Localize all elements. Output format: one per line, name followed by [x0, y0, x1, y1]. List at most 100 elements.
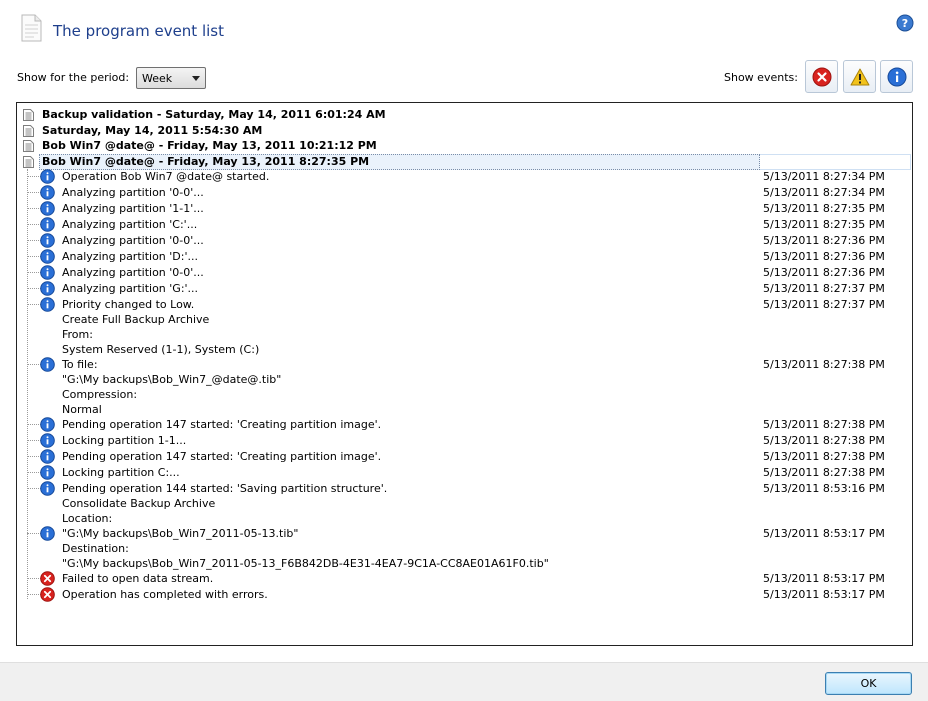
event-row[interactable]: 5/13/2011 8:27:37 PM Analyzing partition …	[17, 281, 912, 296]
info-icon	[40, 281, 55, 296]
info-icon	[40, 169, 55, 184]
log-document-icon	[23, 124, 34, 137]
event-time: 5/13/2011 8:27:34 PM	[763, 170, 885, 183]
tree-branch	[27, 256, 41, 257]
tree-branch	[27, 192, 41, 193]
event-row[interactable]: 5/13/2011 8:27:36 PM Analyzing partition …	[17, 233, 912, 248]
info-icon	[40, 465, 55, 480]
event-message: Compression:	[62, 388, 138, 401]
error-icon	[40, 571, 55, 586]
event-row[interactable]: 5/13/2011 8:27:38 PM Locking partition C:…	[17, 465, 912, 480]
show-errors-button[interactable]	[805, 60, 838, 93]
event-row[interactable]: 5/13/2011 8:27:35 PM Analyzing partition …	[17, 201, 912, 216]
session-row[interactable]: Bob Win7 @date@ - Friday, May 13, 2011 8…	[17, 153, 912, 170]
event-row-continuation[interactable]: Location:	[17, 511, 912, 526]
event-time: 5/13/2011 8:27:38 PM	[763, 434, 885, 447]
info-icon	[40, 265, 55, 280]
event-row-continuation[interactable]: Create Full Backup Archive	[17, 312, 912, 327]
event-row-continuation[interactable]: From:	[17, 327, 912, 342]
tree-branch	[27, 364, 41, 365]
event-row[interactable]: 5/13/2011 8:27:38 PM Pending operation 14…	[17, 449, 912, 464]
event-list[interactable]: Backup validation - Saturday, May 14, 20…	[16, 102, 913, 646]
session-label: Backup validation - Saturday, May 14, 20…	[42, 108, 386, 121]
event-message: Normal	[62, 403, 102, 416]
period-label: Show for the period:	[17, 71, 130, 84]
help-icon[interactable]: ?	[896, 14, 914, 32]
dialog-title: The program event list	[53, 22, 224, 40]
info-icon	[40, 233, 55, 248]
event-row[interactable]: 5/13/2011 8:27:36 PM Analyzing partition …	[17, 265, 912, 280]
log-document-icon	[23, 140, 34, 152]
event-time: 5/13/2011 8:27:38 PM	[763, 418, 885, 431]
event-row[interactable]: 5/13/2011 8:27:36 PM Analyzing partition …	[17, 249, 912, 264]
dialog-header: The program event list ?	[0, 0, 928, 62]
event-message: Locking partition C:...	[62, 466, 180, 479]
tree-branch	[27, 272, 41, 273]
event-time: 5/13/2011 8:27:37 PM	[763, 298, 885, 311]
event-row[interactable]: 5/13/2011 8:53:17 PM Failed to open data …	[17, 571, 912, 586]
event-row-continuation[interactable]: Compression:	[17, 387, 912, 402]
session-label: Saturday, May 14, 2011 5:54:30 AM	[42, 123, 263, 137]
event-message: Analyzing partition '0-0'...	[62, 234, 204, 247]
event-row-continuation[interactable]: System Reserved (1-1), System (C:)	[17, 342, 912, 357]
event-row[interactable]: 5/13/2011 8:27:38 PM Locking partition 1-…	[17, 433, 912, 448]
event-row[interactable]: 5/13/2011 8:27:34 PM Analyzing partition …	[17, 185, 912, 200]
selection-highlight-time	[760, 153, 911, 170]
event-message: System Reserved (1-1), System (C:)	[62, 343, 260, 356]
event-row[interactable]: 5/13/2011 8:53:16 PM Pending operation 14…	[17, 481, 912, 496]
log-document-icon	[23, 109, 34, 121]
event-row-continuation[interactable]: Normal	[17, 402, 912, 417]
event-row[interactable]: 5/13/2011 8:27:34 PM Operation Bob Win7 @…	[17, 169, 912, 184]
info-icon	[40, 449, 55, 464]
event-message: Operation Bob Win7 @date@ started.	[62, 170, 270, 183]
event-time: 5/13/2011 8:53:17 PM	[763, 572, 885, 585]
event-time: 5/13/2011 8:27:36 PM	[763, 266, 885, 279]
session-label: Bob Win7 @date@ - Friday, May 13, 2011 1…	[42, 139, 377, 152]
event-row[interactable]: 5/13/2011 8:53:17 PM Operation has comple…	[17, 587, 912, 602]
tree-branch	[27, 533, 41, 534]
svg-text:?: ?	[902, 17, 908, 30]
tree-branch	[27, 456, 41, 457]
session-row[interactable]: Backup validation - Saturday, May 14, 20…	[17, 107, 912, 123]
event-row[interactable]: 5/13/2011 8:53:17 PM "G:\My backups\Bob_W…	[17, 526, 912, 541]
session-label: Bob Win7 @date@ - Friday, May 13, 2011 8…	[42, 154, 370, 168]
event-time: 5/13/2011 8:27:35 PM	[763, 218, 885, 231]
period-select[interactable]: Week	[136, 67, 206, 89]
event-message: Analyzing partition '1-1'...	[62, 202, 204, 215]
info-icon	[887, 67, 907, 87]
event-message: To file:	[62, 358, 98, 371]
event-row-continuation[interactable]: "G:\My backups\Bob_Win7_@date@.tib"	[17, 372, 912, 387]
error-icon	[812, 67, 832, 87]
tree-branch	[27, 578, 41, 579]
session-row[interactable]: Saturday, May 14, 2011 5:54:30 AM	[17, 123, 912, 139]
show-info-button[interactable]	[880, 60, 913, 93]
tree-branch	[27, 304, 41, 305]
tree-branch	[27, 176, 41, 177]
event-row-continuation[interactable]: Destination:	[17, 541, 912, 556]
event-row-continuation[interactable]: "G:\My backups\Bob_Win7_2011-05-13_F6B84…	[17, 556, 912, 571]
event-message: Analyzing partition 'G:'...	[62, 282, 199, 295]
event-message: "G:\My backups\Bob_Win7_2011-05-13.tib"	[62, 527, 299, 540]
info-icon	[40, 297, 55, 312]
event-message: Failed to open data stream.	[62, 572, 214, 585]
event-time: 5/13/2011 8:53:17 PM	[763, 527, 885, 540]
event-row[interactable]: 5/13/2011 8:27:37 PM Priority changed to …	[17, 297, 912, 312]
tree-branch	[27, 440, 41, 441]
event-time: 5/13/2011 8:27:36 PM	[763, 250, 885, 263]
session-row[interactable]: Bob Win7 @date@ - Friday, May 13, 2011 1…	[17, 138, 912, 154]
event-message: Destination:	[62, 542, 129, 555]
show-warnings-button[interactable]	[843, 60, 876, 93]
show-events-label: Show events:	[724, 71, 798, 84]
info-icon	[40, 417, 55, 432]
event-time: 5/13/2011 8:27:38 PM	[763, 358, 885, 371]
info-icon	[40, 481, 55, 496]
info-icon	[40, 526, 55, 541]
event-row-continuation[interactable]: Consolidate Backup Archive	[17, 496, 912, 511]
ok-button[interactable]: OK	[825, 672, 912, 695]
event-row[interactable]: 5/13/2011 8:27:38 PM To file:	[17, 357, 912, 372]
event-row[interactable]: 5/13/2011 8:27:35 PM Analyzing partition …	[17, 217, 912, 232]
event-row[interactable]: 5/13/2011 8:27:38 PM Pending operation 14…	[17, 417, 912, 432]
event-time: 5/13/2011 8:53:16 PM	[763, 482, 885, 495]
period-select-value: Week	[142, 72, 173, 85]
tree-branch	[27, 488, 41, 489]
